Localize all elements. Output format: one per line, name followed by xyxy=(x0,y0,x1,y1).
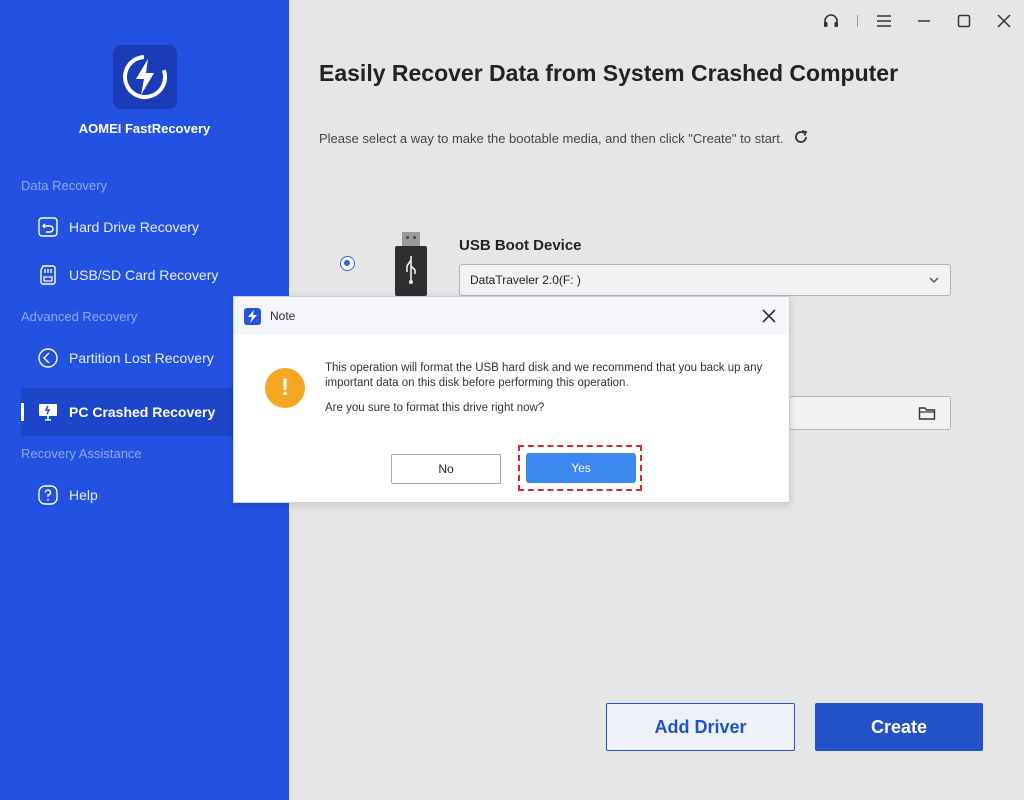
format-confirm-dialog: Note ! This operation will format the US… xyxy=(233,296,790,503)
sidebar-item-label: Partition Lost Recovery xyxy=(69,350,214,366)
monitor-icon xyxy=(37,401,59,423)
section-data-recovery: Data Recovery xyxy=(21,178,107,193)
app-name: AOMEI FastRecovery xyxy=(78,121,211,136)
separator xyxy=(857,15,858,27)
window-controls xyxy=(811,0,1024,42)
warning-icon: ! xyxy=(265,368,305,408)
sidebar-item-pc-crashed-recovery[interactable]: PC Crashed Recovery xyxy=(21,388,233,436)
usb-boot-radio[interactable] xyxy=(340,256,355,271)
lightning-logo-icon xyxy=(123,55,167,99)
chevron-down-icon xyxy=(929,277,939,284)
usb-drive-icon xyxy=(395,232,427,296)
close-icon[interactable] xyxy=(984,0,1024,42)
sidebar-item-label: Help xyxy=(69,487,98,503)
dialog-header: Note xyxy=(234,297,789,335)
sidebar-item-hard-drive-recovery[interactable]: Hard Drive Recovery xyxy=(21,205,289,249)
help-icon xyxy=(37,484,59,506)
selected-device-value: DataTraveler 2.0(F: ) xyxy=(470,273,581,287)
app-small-logo-icon xyxy=(244,308,261,325)
subtitle-text: Please select a way to make the bootable… xyxy=(319,131,784,146)
sidebar-item-label: USB/SD Card Recovery xyxy=(69,267,219,283)
section-recovery-assistance: Recovery Assistance xyxy=(21,446,142,461)
usb-boot-device-label: USB Boot Device xyxy=(459,237,582,254)
maximize-icon[interactable] xyxy=(944,0,984,42)
hard-drive-icon xyxy=(37,216,59,238)
headset-support-icon[interactable] xyxy=(811,0,851,42)
partition-icon xyxy=(37,347,59,369)
page-subtitle: Please select a way to make the bootable… xyxy=(319,129,809,148)
dialog-message: This operation will format the USB hard … xyxy=(325,362,763,389)
usb-device-select[interactable]: DataTraveler 2.0(F: ) xyxy=(459,264,951,296)
no-button[interactable]: No xyxy=(391,454,501,484)
create-button[interactable]: Create xyxy=(815,703,983,751)
menu-icon[interactable] xyxy=(864,0,904,42)
page-title: Easily Recover Data from System Crashed … xyxy=(319,60,899,86)
yes-button[interactable]: Yes xyxy=(526,453,636,483)
app-logo xyxy=(113,45,177,109)
sidebar-item-label: PC Crashed Recovery xyxy=(69,404,216,420)
minimize-icon[interactable] xyxy=(904,0,944,42)
dialog-title: Note xyxy=(270,309,296,323)
sd-card-icon xyxy=(37,264,59,286)
refresh-icon[interactable] xyxy=(793,129,809,148)
folder-icon[interactable] xyxy=(918,405,936,421)
dialog-close-icon[interactable] xyxy=(761,308,777,324)
add-driver-button[interactable]: Add Driver xyxy=(606,703,795,751)
sidebar-item-label: Hard Drive Recovery xyxy=(69,219,199,235)
section-advanced-recovery: Advanced Recovery xyxy=(21,309,138,324)
dialog-question: Are you sure to format this drive right … xyxy=(325,402,545,414)
iso-path-field[interactable] xyxy=(789,396,951,430)
sidebar-item-usb-sd-card-recovery[interactable]: USB/SD Card Recovery xyxy=(21,253,289,297)
